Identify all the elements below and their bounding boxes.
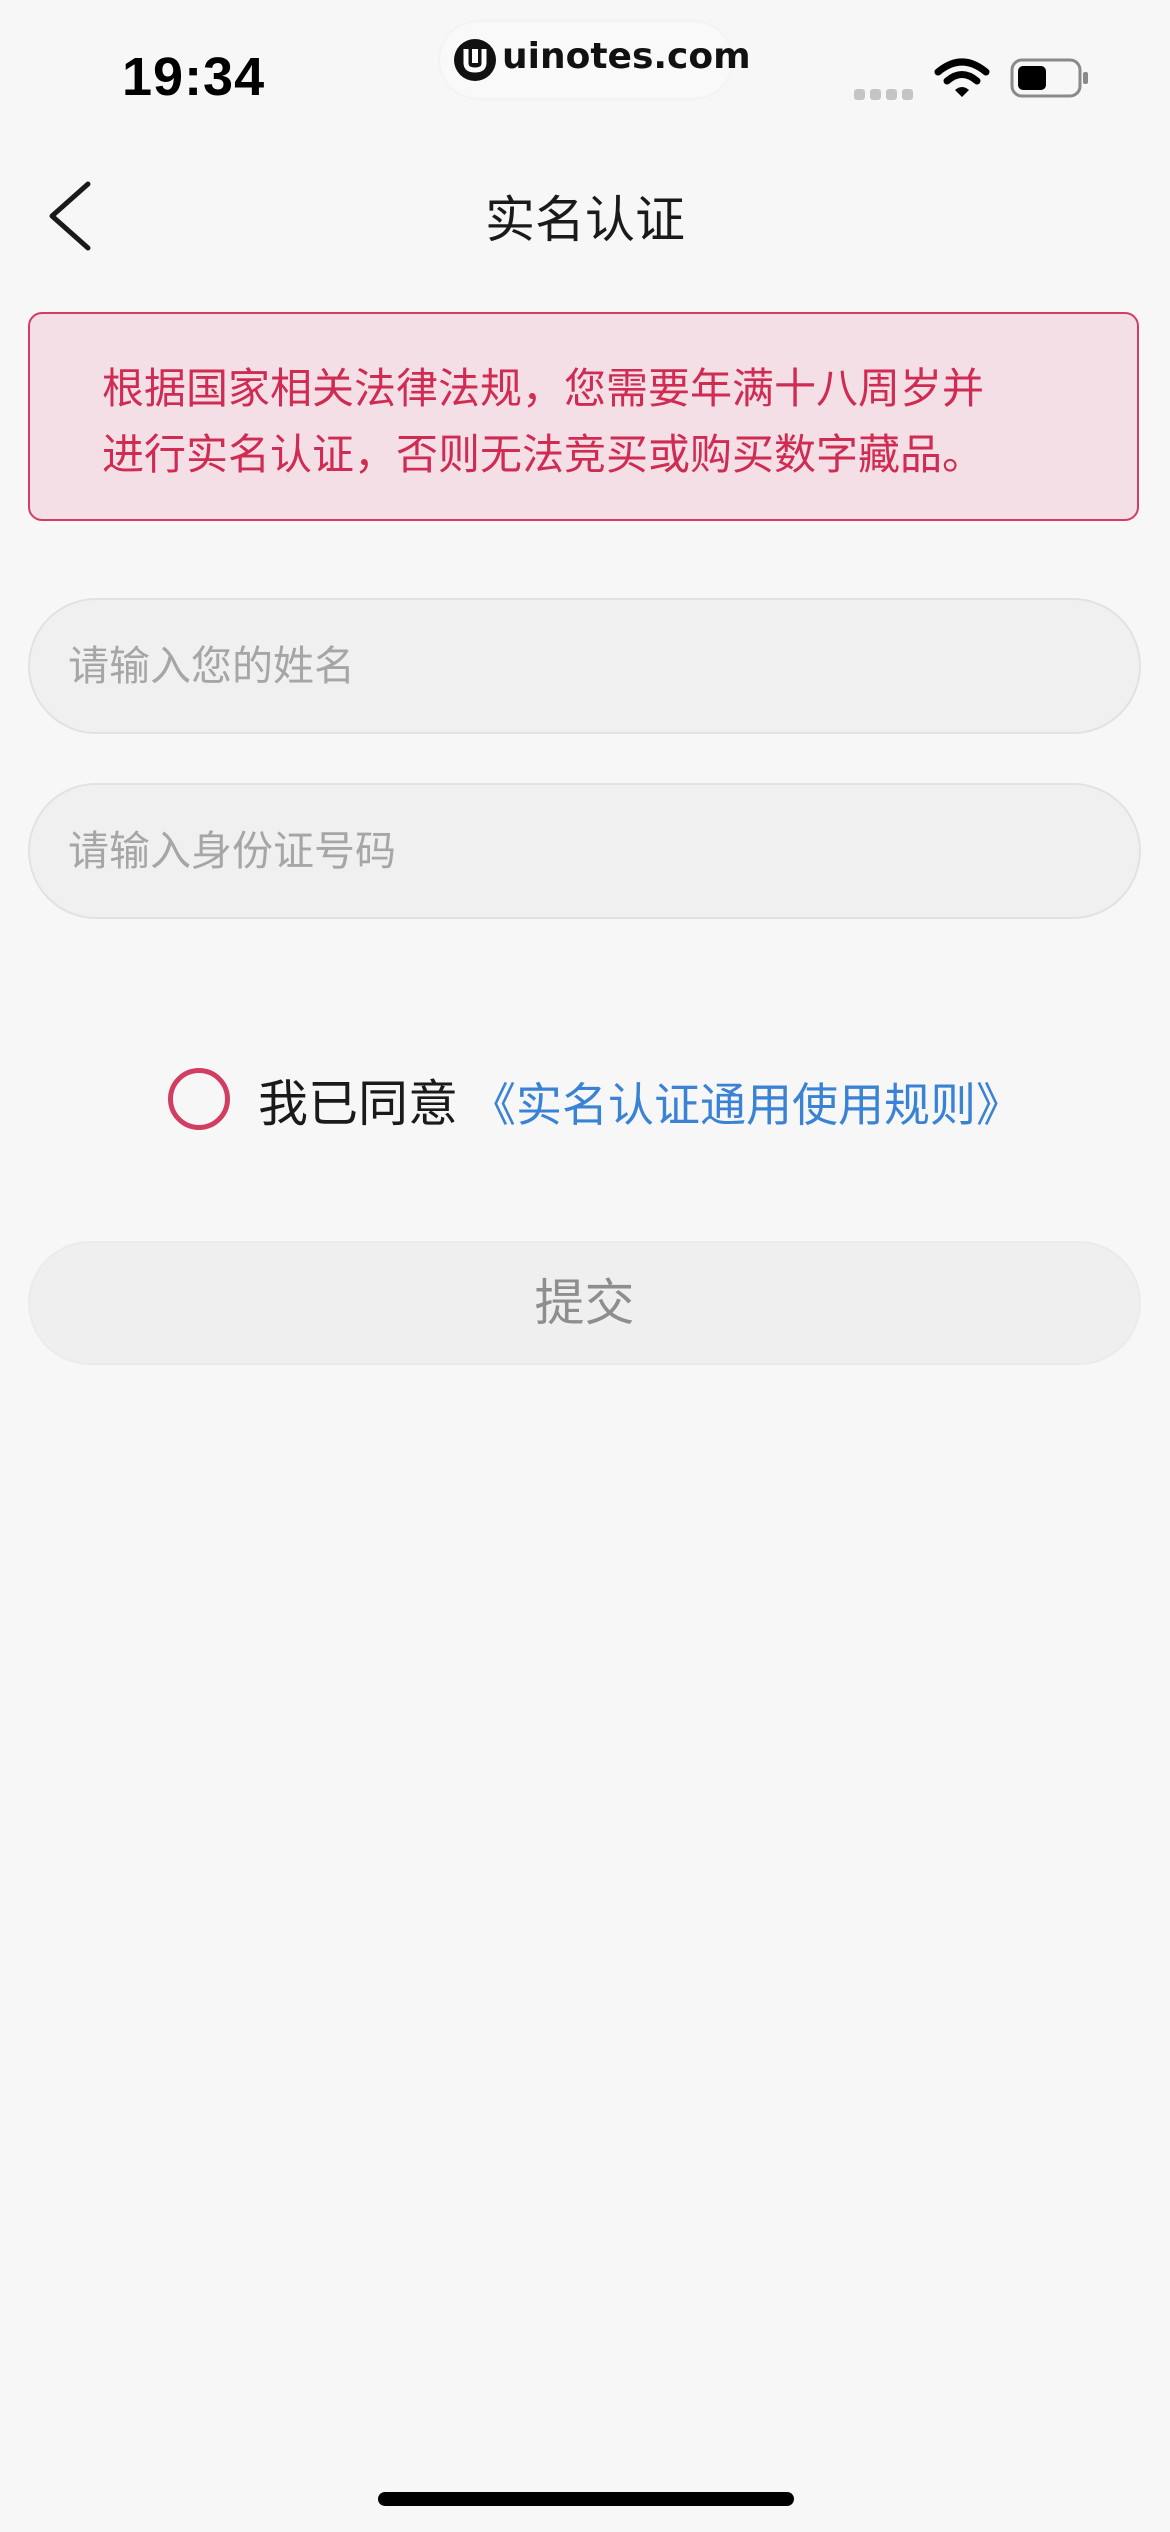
status-time: 19:34 [122,47,266,107]
notice-line-2: 进行实名认证，否则无法竞买或购买数字藏品。 [102,430,985,479]
wifi-icon [934,58,990,100]
battery-icon [1010,58,1090,98]
agreement-rules-link[interactable]: 《实名认证通用使用规则》 [470,1074,1022,1136]
watermark-logo-icon [454,39,496,81]
name-input[interactable] [28,598,1141,734]
id-number-input[interactable] [28,783,1141,919]
watermark-text: uinotes.com [502,36,751,77]
watermark-badge: uinotes.com [440,22,751,98]
agreement-text: 我已同意 [258,1075,458,1133]
agreement-checkbox[interactable] [168,1068,230,1130]
home-indicator [378,2492,794,2506]
page-title: 实名认证 [485,191,685,249]
notice-line-1: 根据国家相关法律法规，您需要年满十八周岁并 [102,364,985,413]
submit-button[interactable]: 提交 [28,1241,1141,1365]
signal-icon [854,86,916,100]
notice-banner: 根据国家相关法律法规，您需要年满十八周岁并 进行实名认证，否则无法竞买或购买数字… [28,312,1139,521]
